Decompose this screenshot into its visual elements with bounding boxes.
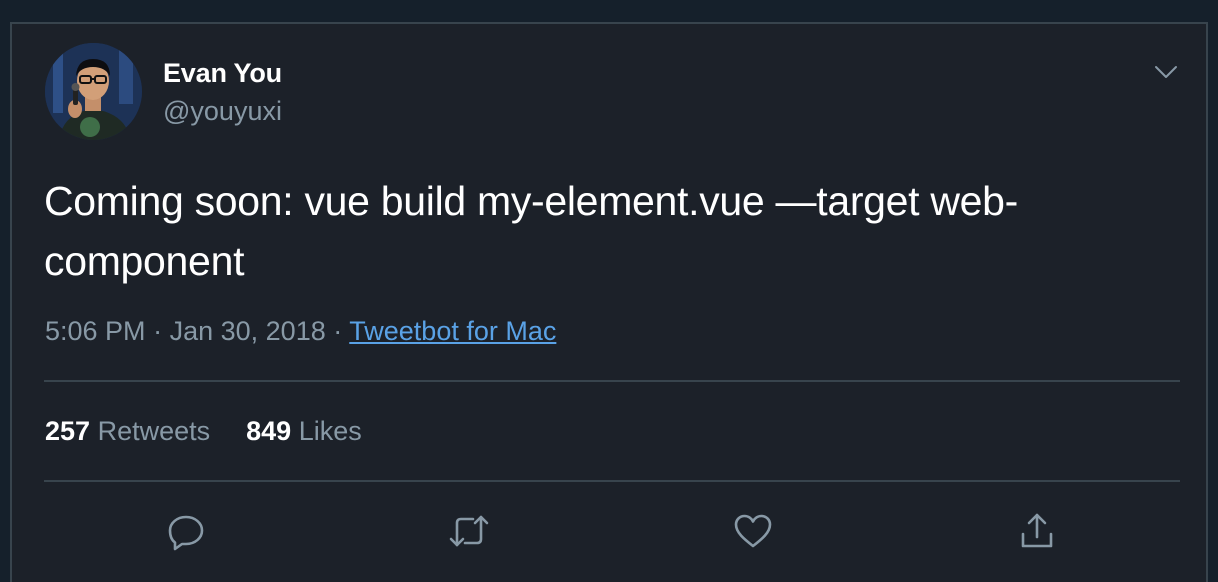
author-handle[interactable]: @youyuxi (163, 96, 282, 127)
like-button[interactable] (732, 512, 774, 554)
likes-label: Likes (298, 416, 362, 446)
divider (44, 480, 1180, 482)
retweet-icon (447, 511, 491, 556)
reply-button[interactable] (165, 512, 207, 554)
share-icon (1017, 510, 1057, 557)
tweet-meta: 5:06 PM · Jan 30, 2018 · Tweetbot for Ma… (45, 316, 556, 347)
tweet-stats: 257 Retweets 849 Likes (45, 416, 362, 447)
tweet-card: Evan You @youyuxi Coming soon: vue build… (10, 22, 1208, 582)
retweets-count: 257 (45, 416, 91, 446)
likes-count: 849 (246, 416, 292, 446)
retweets-stat[interactable]: 257 Retweets (45, 416, 210, 446)
tweet-text: Coming soon: vue build my-element.vue —t… (44, 178, 1019, 284)
divider (44, 380, 1180, 382)
heart-icon (732, 511, 774, 556)
tweet-date: Jan 30, 2018 (169, 316, 326, 346)
meta-separator: · (153, 316, 163, 346)
likes-stat[interactable]: 849 Likes (246, 416, 362, 446)
tweet-time: 5:06 PM (45, 316, 146, 346)
tweet-source-link[interactable]: Tweetbot for Mac (349, 316, 556, 346)
author-name[interactable]: Evan You (163, 58, 282, 89)
share-button[interactable] (1016, 512, 1058, 554)
chevron-down-icon[interactable] (1152, 58, 1180, 86)
avatar[interactable] (45, 43, 142, 140)
retweet-button[interactable] (448, 512, 490, 554)
retweets-label: Retweets (97, 416, 211, 446)
reply-icon (166, 511, 206, 556)
meta-separator: · (333, 316, 343, 346)
